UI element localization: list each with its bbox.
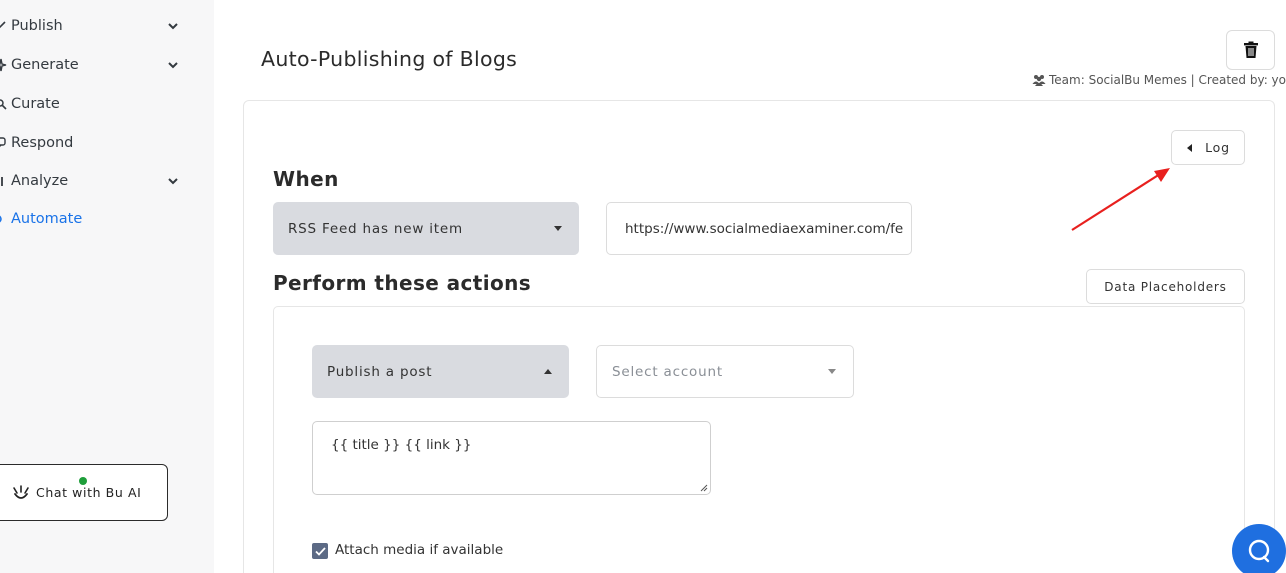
annotation-arrow-icon [1071, 168, 1170, 231]
trigger-select-value: RSS Feed has new item [288, 220, 463, 237]
automation-icon [0, 211, 8, 227]
post-content-textarea[interactable]: {{ title }} {{ link }} [312, 421, 711, 495]
data-placeholders-button[interactable]: Data Placeholders [1086, 269, 1245, 304]
help-chat-button[interactable] [1232, 524, 1286, 573]
chat-icon [0, 135, 8, 151]
chevron-down-icon [168, 23, 178, 30]
log-button-label: Log [1205, 140, 1230, 155]
caret-left-icon [1187, 143, 1193, 152]
when-heading: When [273, 167, 339, 191]
action-type-value: Publish a post [327, 363, 433, 380]
bot-icon [13, 484, 29, 499]
team-meta-text: Team: SocialBu Memes | Created by: you [1049, 73, 1286, 87]
sidebar-item-label: Respond [11, 135, 74, 151]
caret-up-icon [544, 368, 552, 374]
caret-down-icon [554, 225, 562, 231]
caret-down-icon [828, 368, 836, 374]
trigger-select[interactable]: RSS Feed has new item [273, 202, 579, 255]
attach-media-checkbox[interactable] [312, 543, 328, 559]
sparkle-icon [0, 57, 8, 73]
attach-media-label: Attach media if available [335, 542, 504, 558]
online-status-dot [79, 477, 87, 485]
chart-icon [0, 173, 8, 189]
chat-with-bu-ai-button[interactable]: Chat with Bu AI [0, 464, 168, 521]
resize-grip-icon[interactable] [700, 484, 708, 492]
post-content-value: {{ title }} {{ link }} [331, 437, 472, 453]
team-icon [1032, 75, 1046, 86]
sidebar-item-automate[interactable]: Automate [0, 206, 200, 232]
sidebar-item-label: Generate [11, 57, 79, 73]
team-meta: Team: SocialBu Memes | Created by: you [1032, 73, 1286, 87]
chat-button-label: Chat with Bu AI [36, 485, 142, 500]
sidebar-item-analyze[interactable]: Analyze [0, 168, 200, 194]
sidebar-item-generate[interactable]: Generate [0, 52, 200, 78]
trash-icon [1243, 41, 1258, 58]
feed-url-input[interactable]: https://www.socialmediaexaminer.com/fe [606, 202, 912, 255]
chat-bubble-icon [1248, 539, 1270, 563]
search-icon [0, 96, 8, 112]
checkmark-icon [314, 546, 326, 556]
sidebar-item-label: Publish [11, 18, 63, 34]
delete-button[interactable] [1226, 30, 1275, 70]
sidebar-item-label: Analyze [11, 173, 69, 189]
sidebar-item-curate[interactable]: Curate [0, 91, 200, 117]
send-icon [0, 18, 8, 34]
page-title: Auto-Publishing of Blogs [261, 47, 518, 71]
actions-heading: Perform these actions [273, 271, 532, 295]
action-type-select[interactable]: Publish a post [312, 345, 569, 398]
feed-url-value: https://www.socialmediaexaminer.com/fe [625, 220, 904, 237]
sidebar-item-label: Curate [11, 96, 60, 112]
chevron-down-icon [168, 62, 178, 69]
account-select-placeholder: Select account [612, 363, 723, 380]
sidebar-item-label: Automate [11, 211, 83, 227]
chevron-down-icon [168, 178, 178, 185]
account-select[interactable]: Select account [596, 345, 854, 398]
sidebar: Publish Generate Curate Respond Analyze … [0, 0, 214, 573]
log-button[interactable]: Log [1171, 130, 1245, 165]
sidebar-item-publish[interactable]: Publish [0, 13, 200, 39]
sidebar-item-respond[interactable]: Respond [0, 130, 200, 156]
